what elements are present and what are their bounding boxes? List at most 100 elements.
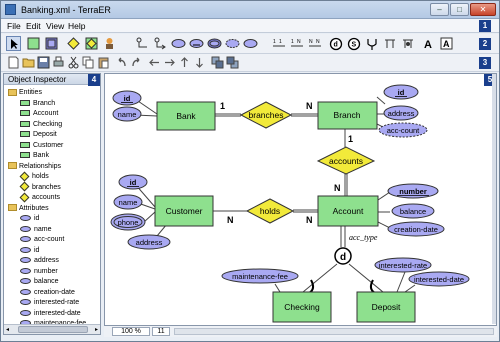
open-file-icon[interactable] [21,55,36,70]
relationship-accounts[interactable]: accounts [329,156,363,166]
generalization-2-icon[interactable] [400,36,415,51]
union-icon[interactable] [364,36,379,51]
entity-checking[interactable]: Checking [284,302,320,312]
close-button[interactable]: ✕ [470,3,496,16]
attribute-interested-date[interactable]: interested-date [414,275,464,284]
relationship-branches[interactable]: branches [249,110,284,120]
boxed-text-tool-icon[interactable]: A [439,36,454,51]
scrollbar-thumb[interactable] [18,326,88,333]
attribute-number[interactable]: number [399,187,427,196]
canvas-vertical-scrollbar[interactable] [492,74,496,324]
tree-item-attribute[interactable]: interested-date [20,309,81,319]
composite-attribute-tool-icon[interactable] [243,36,258,51]
maximize-button[interactable]: □ [450,3,469,16]
attribute-balance[interactable]: balance [400,207,426,216]
connector-2-tool-icon[interactable] [153,36,168,51]
scroll-right-icon[interactable]: ▸ [95,326,98,333]
minimize-button[interactable]: – [430,3,449,16]
tree-item-attribute[interactable]: id [20,214,39,224]
tree-group-entities[interactable]: Entities [8,88,42,98]
menu-file[interactable]: File [7,21,21,31]
attribute-maintenance-fee[interactable]: maintenance-fee [232,272,288,281]
shared-specialization-icon[interactable]: S [346,36,361,51]
relationship-holds[interactable]: holds [260,206,280,216]
canvas-horizontal-scrollbar[interactable] [174,328,494,335]
disjoint-specialization-icon[interactable]: d [328,36,343,51]
entity-branch[interactable]: Branch [334,110,361,120]
tree-item-attribute[interactable]: balance [20,277,59,287]
tree-item-entity[interactable]: Bank [20,151,49,161]
tree-group-relationships[interactable]: Relationships [8,162,61,172]
cardinality-1-n-tool-icon[interactable]: 1N [289,36,304,51]
tree-item-relationship[interactable]: accounts [19,192,60,203]
attribute-tool-icon[interactable] [171,36,186,51]
tree-item-attribute[interactable]: id [20,246,39,256]
attribute-creation-date[interactable]: creation-date [394,225,438,234]
tree-item-attribute[interactable]: acc-count [20,235,64,245]
cardinality-1-1-tool-icon[interactable]: 11 [271,36,286,51]
print-icon[interactable] [51,55,66,70]
weak-entity-tool-icon[interactable] [44,36,59,51]
cut-icon[interactable] [66,55,81,70]
entity-bank[interactable]: Bank [176,111,196,121]
text-tool-icon[interactable]: A [421,36,436,51]
paste-icon[interactable] [96,55,111,70]
attribute-bank-id[interactable]: id [124,94,131,103]
tree-item-attribute[interactable]: interested-rate [20,298,79,308]
attribute-interested-rate[interactable]: interested-rate [379,261,427,270]
tree-item-entity[interactable]: Branch [20,99,55,109]
tree-item-entity[interactable]: Checking [20,120,62,130]
save-icon[interactable] [36,55,51,70]
tree-item-relationship[interactable]: branches [19,181,61,193]
connector-tool-icon[interactable] [135,36,150,51]
entity-customer[interactable]: Customer [166,206,203,216]
tree-item-entity[interactable]: Customer [20,141,63,151]
tree-item-attribute[interactable]: address [20,256,59,266]
tree-item-attribute[interactable]: name [20,225,52,235]
menu-view[interactable]: View [46,21,64,31]
send-back-icon[interactable] [225,55,240,70]
zoom-level[interactable]: 100 % [112,327,150,336]
tree-item-label: branches [32,183,61,191]
relationship-tool-icon[interactable] [66,36,81,51]
key-attribute-tool-icon[interactable] [189,36,204,51]
associative-entity-tool-icon[interactable] [84,36,99,51]
derived-attribute-tool-icon[interactable] [225,36,240,51]
attribute-customer-name[interactable]: name [119,198,138,207]
panel-horizontal-scrollbar[interactable]: ◂ ▸ [4,324,100,334]
page-indicator[interactable]: 11 [152,327,170,336]
entity-account[interactable]: Account [333,206,364,216]
tree-item-entity[interactable]: Account [20,109,58,119]
cardinality-n-n-tool-icon[interactable]: NN [307,36,322,51]
select-tool-icon[interactable] [6,36,21,51]
move-up-icon[interactable] [177,55,192,70]
redo-icon[interactable] [129,55,144,70]
generalization-icon[interactable] [382,36,397,51]
tree-item-entity[interactable]: Deposit [20,130,57,140]
multivalued-attribute-tool-icon[interactable] [207,36,222,51]
person-tool-icon[interactable] [102,36,117,51]
undo-icon[interactable] [114,55,129,70]
tree-item-attribute[interactable]: creation-date [20,288,75,298]
attribute-customer-id[interactable]: id [130,178,137,187]
attribute-phone[interactable]: phone [118,218,139,227]
attribute-customer-address[interactable]: address [136,238,163,247]
move-right-icon[interactable] [162,55,177,70]
scroll-left-icon[interactable]: ◂ [6,326,9,333]
move-down-icon[interactable] [192,55,207,70]
diagram-canvas[interactable]: 5 Bank Branch Customer Account Checking … [104,73,497,326]
entity-tool-icon[interactable] [26,36,41,51]
menu-help[interactable]: Help [68,21,85,31]
new-file-icon[interactable] [6,55,21,70]
attribute-acc-count[interactable]: acc-count [387,126,420,135]
attribute-bank-name[interactable]: name [118,110,137,119]
tree-item-attribute[interactable]: number [20,267,58,277]
move-left-icon[interactable] [147,55,162,70]
tree-group-attributes[interactable]: Attributes [8,204,49,214]
attribute-branch-id[interactable]: id [398,88,405,97]
menu-edit[interactable]: Edit [26,21,41,31]
attribute-branch-address[interactable]: address [388,109,415,118]
copy-icon[interactable] [81,55,96,70]
bring-front-icon[interactable] [210,55,225,70]
entity-deposit[interactable]: Deposit [372,302,401,312]
